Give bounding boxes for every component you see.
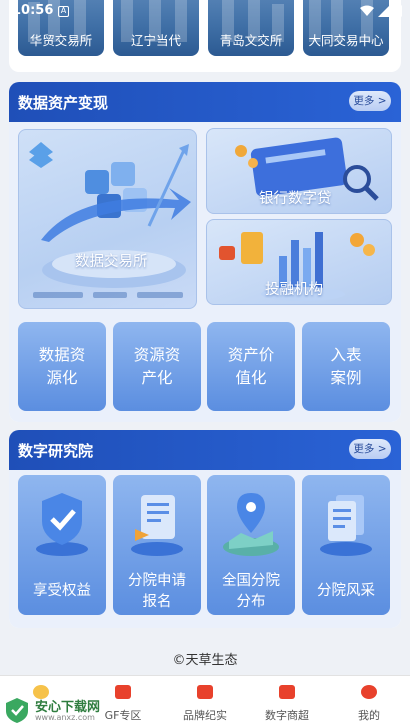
section-header: 数据资产变现 更多 >	[9, 82, 401, 122]
investment-label: 投融机构	[265, 282, 323, 298]
section-header: 数字研究院 更多 >	[9, 430, 401, 470]
watermark-logo: 安心下载网 www.anxz.com	[3, 694, 113, 726]
nav-digital-store[interactable]: 数字商超	[246, 676, 328, 728]
battery-icon	[394, 4, 402, 17]
tile-line: 入表	[330, 345, 362, 364]
more-button[interactable]: 更多 >	[349, 91, 391, 111]
data-cubes-illustration	[29, 142, 191, 298]
footer-copyright: ©天草生态	[172, 653, 238, 668]
research-tile[interactable]: 全国分院 分布	[207, 475, 295, 615]
digital-store-icon	[279, 685, 295, 699]
tile-line: 案例	[330, 368, 362, 387]
shield-check-icon	[36, 493, 88, 556]
shield-logo-icon	[6, 698, 28, 723]
bank-loan-card[interactable]: 银行数字贷	[206, 128, 392, 214]
asset-tile[interactable]: 资产价 值化	[207, 322, 295, 411]
system-icons	[360, 4, 402, 17]
notification-icon: A	[58, 6, 69, 17]
nav-label: 我的	[358, 709, 380, 722]
lantern-icon	[361, 685, 377, 699]
research-tile[interactable]: 享受权益	[18, 475, 106, 615]
investment-card[interactable]: 投融机构	[206, 219, 392, 305]
research-tile[interactable]: 分院风采	[302, 475, 390, 615]
research-label: 全国分院	[222, 573, 280, 589]
gf-zone-icon	[115, 685, 131, 699]
asset-section: 数据资产变现 更多 > 数据交易所 银行数字贷 投融机构 数据资 源化 资源资 …	[9, 82, 401, 422]
tile-line: 数据资	[38, 345, 86, 364]
asset-tile[interactable]: 数据资 源化	[18, 322, 106, 411]
research-label: 分院风采	[317, 583, 375, 599]
tile-line: 资产价	[227, 345, 275, 364]
clock: 10:56	[12, 3, 54, 18]
exchange-label: 辽宁当代	[130, 33, 181, 48]
tile-line: 值化	[235, 368, 267, 387]
nav-label: 数字商超	[265, 709, 309, 722]
tile-line: 产化	[141, 368, 173, 387]
application-form-icon	[131, 495, 183, 556]
research-tile[interactable]: 分院申请 报名	[113, 475, 201, 615]
nav-label: 品牌纪实	[183, 709, 227, 722]
exchange-label: 青岛文交所	[219, 33, 283, 48]
nav-brand-record[interactable]: 品牌纪实	[164, 676, 246, 728]
asset-tile[interactable]: 入表 案例	[302, 322, 390, 411]
research-label: 报名	[142, 594, 172, 610]
exchange-label: 大同交易中心	[308, 33, 384, 48]
section-title: 数字研究院	[18, 442, 94, 460]
tile-line: 源化	[46, 368, 78, 387]
research-label: 分布	[236, 594, 266, 610]
watermark-url: www.anxz.com	[35, 713, 95, 722]
map-pin-icon	[223, 493, 279, 556]
data-exchange-label: 数据交易所	[75, 254, 148, 270]
status-bar: 10:56 A	[0, 0, 410, 24]
more-button[interactable]: 更多 >	[349, 439, 391, 459]
asset-tile[interactable]: 资源资 产化	[113, 322, 201, 411]
tile-line: 资源资	[133, 345, 181, 364]
research-label: 分院申请	[128, 573, 186, 589]
research-label: 享受权益	[33, 583, 91, 599]
document-stack-icon	[320, 495, 372, 556]
section-title: 数据资产变现	[18, 94, 109, 112]
nav-mine[interactable]: 我的	[328, 676, 410, 728]
research-section: 数字研究院 更多 > 享受权益 分院申请 报名 全国分院 分布 分院风采	[9, 430, 401, 628]
brand-record-icon	[197, 685, 213, 699]
signal-icon	[378, 4, 390, 17]
exchange-label: 华贸交易所	[29, 33, 93, 48]
data-exchange-card[interactable]: 数据交易所	[18, 129, 197, 309]
wifi-icon	[360, 5, 374, 16]
bank-loan-label: 银行数字贷	[259, 191, 332, 207]
